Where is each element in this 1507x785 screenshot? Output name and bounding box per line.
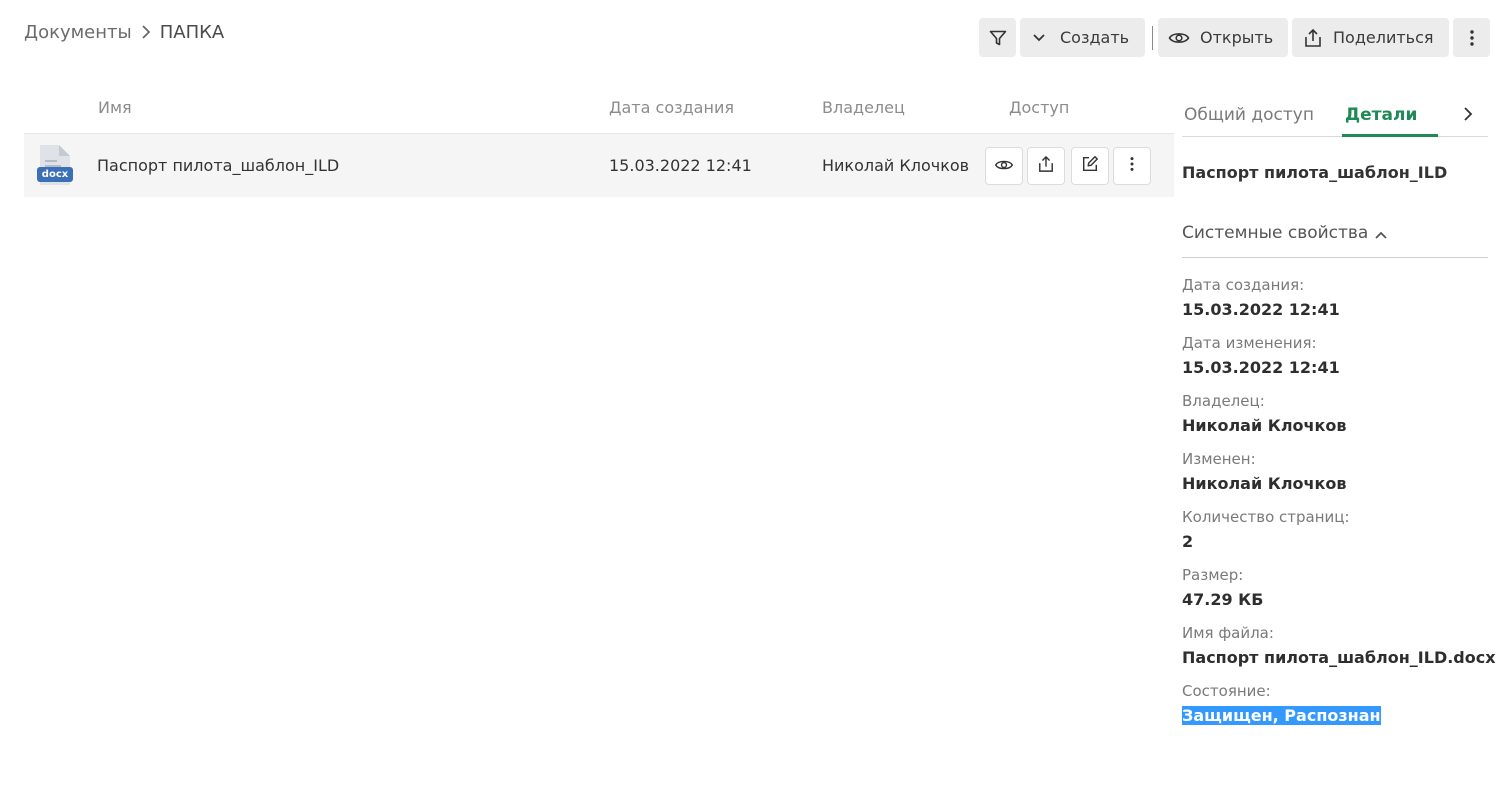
breadcrumb-root[interactable]: Документы: [24, 22, 132, 43]
chevron-right-icon: [140, 24, 152, 40]
eye-icon: [1168, 30, 1190, 46]
prop-modified: Дата изменения: 15.03.2022 12:41: [1182, 333, 1496, 391]
prop-label: Размер:: [1182, 566, 1244, 584]
status-selected-text: Защищен, Распознан: [1182, 706, 1381, 725]
share-icon: [1038, 155, 1054, 177]
more-vertical-icon: [1469, 29, 1475, 47]
column-header-created[interactable]: Дата создания: [609, 98, 734, 117]
tab-details[interactable]: Детали: [1345, 105, 1417, 125]
row-more-button[interactable]: [1113, 147, 1151, 185]
eye-icon: [994, 157, 1014, 176]
prop-label: Дата создания:: [1182, 276, 1305, 294]
docx-file-icon-label: docx: [41, 169, 69, 180]
table-row[interactable]: docx Паспорт пилота_шаблон_ILD 15.03.202…: [24, 134, 1174, 197]
row-view-button[interactable]: [985, 147, 1023, 185]
open-button-label: Открыть: [1200, 28, 1274, 47]
prop-label: Изменен:: [1182, 450, 1256, 468]
chevron-up-icon: [1374, 226, 1388, 246]
share-button[interactable]: Поделиться: [1292, 18, 1449, 57]
prop-value: Николай Клочков: [1182, 416, 1347, 435]
column-header-name[interactable]: Имя: [98, 98, 132, 117]
prop-value: 2: [1182, 532, 1194, 551]
tab-active-indicator: [1342, 134, 1438, 137]
prop-file-name: Имя файла: Паспорт пилота_шаблон_ILD.doc…: [1182, 623, 1496, 681]
details-panel: Общий доступ Детали Паспорт пилота_шабло…: [1182, 95, 1496, 725]
panel-tabs: Общий доступ Детали: [1182, 95, 1488, 137]
prop-label: Дата изменения:: [1182, 334, 1317, 352]
details-doc-title: Паспорт пилота_шаблон_ILD: [1182, 163, 1448, 182]
create-button[interactable]: Создать: [1020, 18, 1145, 57]
row-edit-button[interactable]: [1071, 147, 1109, 185]
filter-icon: [988, 28, 1008, 48]
create-button-label: Создать: [1060, 28, 1130, 47]
prop-label: Имя файла:: [1182, 624, 1274, 642]
row-share-button[interactable]: [1027, 147, 1065, 185]
file-owner: Николай Клочков: [822, 156, 970, 175]
prop-value: Николай Клочков: [1182, 474, 1347, 493]
table-header: Имя Дата создания Владелец Доступ: [24, 88, 1174, 134]
breadcrumb: Документы ПАПКА: [24, 20, 224, 44]
prop-value: Защищен, Распознан: [1182, 705, 1496, 729]
more-vertical-icon: [1129, 156, 1135, 176]
file-created-date: 15.03.2022 12:41: [609, 156, 752, 175]
prop-page-count: Количество страниц: 2: [1182, 507, 1496, 565]
prop-label: Состояние:: [1182, 682, 1271, 700]
docx-file-icon: docx: [37, 144, 73, 186]
edit-icon: [1081, 155, 1099, 177]
prop-label: Количество страниц:: [1182, 508, 1350, 526]
open-button[interactable]: Открыть: [1158, 18, 1288, 57]
tab-sharing[interactable]: Общий доступ: [1184, 105, 1314, 125]
prop-owner: Владелец: Николай Клочков: [1182, 391, 1496, 449]
prop-value: 15.03.2022 12:41: [1182, 300, 1340, 319]
breadcrumb-current: ПАПКА: [159, 21, 225, 43]
system-properties-toggle[interactable]: Системные свойства: [1182, 223, 1488, 258]
prop-label: Владелец:: [1182, 392, 1265, 410]
filter-button[interactable]: [979, 18, 1016, 57]
prop-status: Состояние: Защищен, Распознан: [1182, 681, 1496, 739]
system-properties-list: Дата создания: 15.03.2022 12:41 Дата изм…: [1182, 275, 1496, 739]
toolbar-divider: [1152, 25, 1153, 50]
share-button-label: Поделиться: [1333, 28, 1434, 47]
file-name[interactable]: Паспорт пилота_шаблон_ILD: [97, 156, 339, 175]
share-icon: [1304, 28, 1322, 48]
chevron-right-icon[interactable]: [1462, 105, 1474, 128]
chevron-down-icon: [1032, 33, 1046, 43]
more-button[interactable]: [1453, 18, 1490, 57]
prop-modified-by: Изменен: Николай Клочков: [1182, 449, 1496, 507]
column-header-access[interactable]: Доступ: [1009, 98, 1069, 117]
toolbar: Создать Открыть Поделиться: [979, 18, 1490, 57]
prop-created: Дата создания: 15.03.2022 12:41: [1182, 275, 1496, 333]
prop-size: Размер: 47.29 КБ: [1182, 565, 1496, 623]
prop-value: 47.29 КБ: [1182, 590, 1264, 609]
system-properties-title: Системные свойства: [1182, 223, 1369, 243]
file-table: Имя Дата создания Владелец Доступ docx П…: [24, 88, 1174, 197]
column-header-owner[interactable]: Владелец: [822, 98, 905, 117]
prop-value: 15.03.2022 12:41: [1182, 358, 1340, 377]
row-actions: [985, 147, 1151, 185]
prop-value: Паспорт пилота_шаблон_ILD.docx: [1182, 648, 1496, 667]
